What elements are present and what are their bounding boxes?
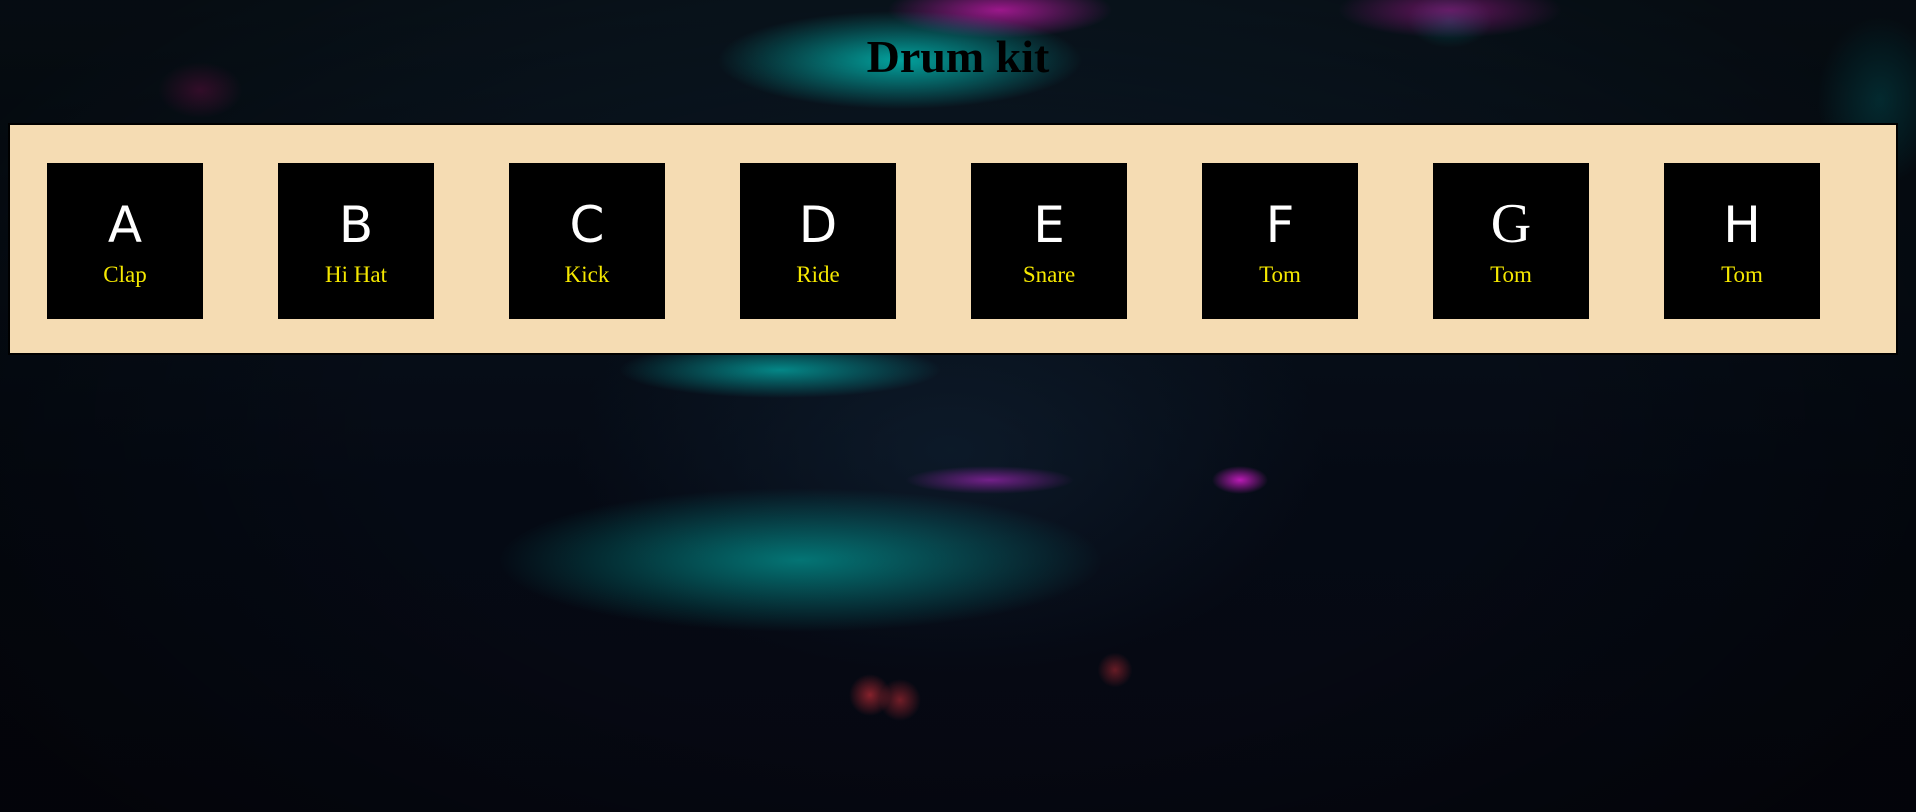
drum-pad-panel: A Clap B Hi Hat C Kick D Ride E Snare F … [8,123,1898,355]
pad-key-letter: D [798,196,838,254]
drum-pad-b[interactable]: B Hi Hat [278,163,434,319]
pad-sound-label: Clap [103,262,147,287]
drum-pad-h[interactable]: H Tom [1664,163,1820,319]
pad-sound-label: Tom [1259,262,1301,287]
drum-pad-d[interactable]: D Ride [740,163,896,319]
pad-sound-label: Hi Hat [325,262,387,287]
drum-pad-f[interactable]: F Tom [1202,163,1358,319]
pad-key-letter: A [107,196,143,254]
pad-key-letter: G [1490,193,1532,255]
drum-pad-g[interactable]: G Tom [1433,163,1589,319]
pad-key-letter: B [338,196,374,254]
page-title: Drum kit [866,31,1050,82]
pad-key-letter: E [1033,196,1065,254]
background-image [0,0,1916,812]
drum-pad-e[interactable]: E Snare [971,163,1127,319]
pad-sound-label: Ride [796,262,840,287]
drum-pad-c[interactable]: C Kick [509,163,665,319]
pad-key-letter: H [1723,196,1761,254]
pad-sound-label: Tom [1490,262,1532,287]
pad-key-letter: C [569,196,605,254]
drum-pad-a[interactable]: A Clap [47,163,203,319]
pad-sound-label: Snare [1022,262,1076,287]
pad-key-letter: F [1265,196,1295,254]
pad-sound-label: Tom [1721,262,1763,287]
pad-sound-label: Kick [564,262,610,287]
